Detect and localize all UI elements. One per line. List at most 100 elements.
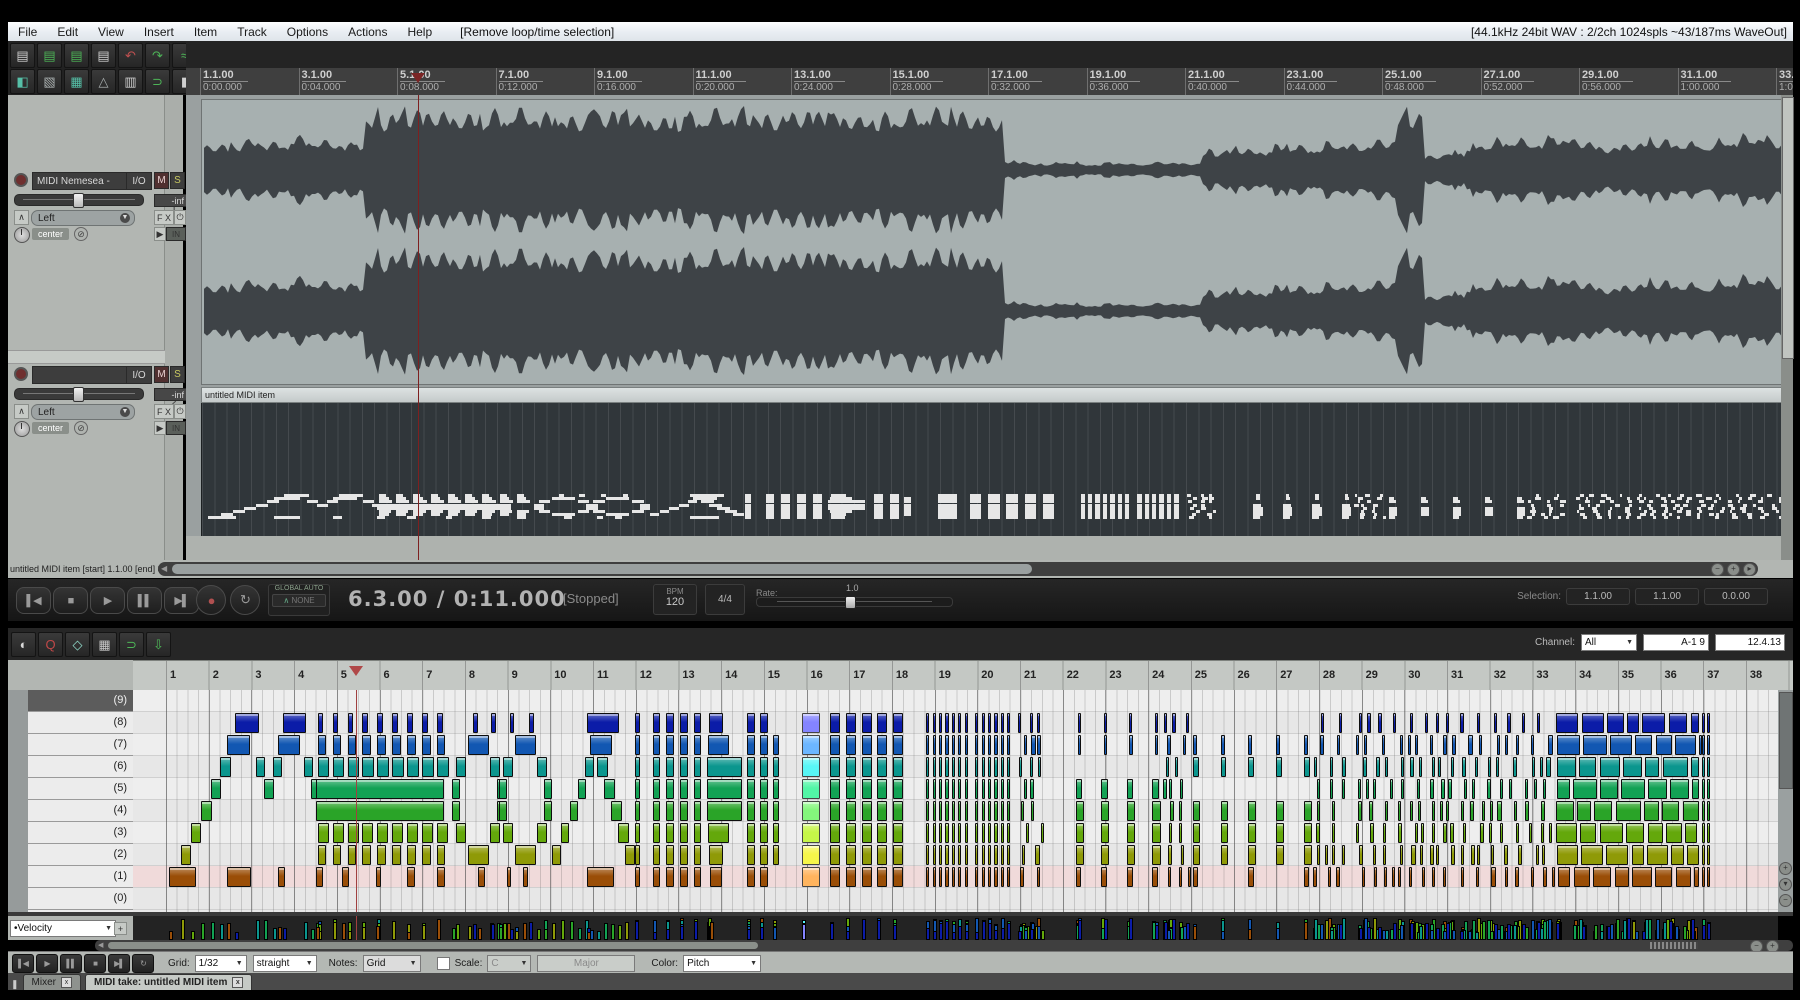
velocity-bar[interactable]: [273, 928, 277, 940]
midi-note[interactable]: [597, 757, 608, 777]
io-button[interactable]: I/O: [126, 366, 152, 384]
input-button[interactable]: IN: [166, 227, 186, 241]
midi-note[interactable]: [893, 713, 903, 733]
midi-note[interactable]: [1169, 779, 1172, 799]
midi-note[interactable]: [708, 823, 728, 843]
midi-keyboard[interactable]: (9)(8)(7)(6)(5)(4)(3)(2)(1)(0): [28, 690, 133, 912]
midi-note[interactable]: [1001, 823, 1004, 843]
midi-note[interactable]: [1031, 801, 1035, 821]
record-arm-button[interactable]: [14, 173, 28, 187]
midi-note[interactable]: [747, 735, 755, 755]
midi-note[interactable]: [1430, 735, 1434, 755]
midi-item[interactable]: untitled MIDI item: [201, 387, 1793, 535]
midi-note[interactable]: [1702, 713, 1705, 733]
midi-note[interactable]: [1152, 845, 1160, 865]
midi-note[interactable]: [1400, 845, 1403, 865]
midi-note[interactable]: [1024, 779, 1027, 799]
midi-note[interactable]: [1393, 713, 1396, 733]
midi-note[interactable]: [1172, 713, 1176, 733]
midi-note[interactable]: [926, 757, 929, 777]
midi-note[interactable]: [1410, 757, 1414, 777]
midi-note[interactable]: [975, 823, 978, 843]
midi-note[interactable]: [965, 823, 968, 843]
midi-note[interactable]: [1316, 823, 1321, 843]
midi-note[interactable]: [1127, 867, 1133, 887]
midi-note[interactable]: [635, 735, 640, 755]
midi-note[interactable]: [437, 757, 449, 777]
midi-note[interactable]: [945, 801, 948, 821]
velocity-bar[interactable]: [570, 921, 574, 940]
midi-note[interactable]: [1477, 845, 1480, 865]
menu-file[interactable]: File: [8, 25, 47, 39]
midi-note[interactable]: [1221, 757, 1227, 777]
midi-note[interactable]: [994, 713, 997, 733]
key-row[interactable]: (6): [28, 756, 133, 778]
velocity-bar[interactable]: [304, 922, 308, 940]
menu-item[interactable]: Item: [184, 25, 227, 39]
midi-pause-button[interactable]: ▌▌: [60, 954, 82, 973]
midi-note[interactable]: [1373, 845, 1376, 865]
midi-note[interactable]: [893, 801, 903, 821]
midi-note[interactable]: [1522, 713, 1525, 733]
velocity-bar[interactable]: [1430, 930, 1434, 940]
midi-note[interactable]: [1035, 845, 1039, 865]
midi-note[interactable]: [1438, 757, 1441, 777]
midi-note[interactable]: [1632, 845, 1644, 865]
velocity-bar[interactable]: [1556, 923, 1560, 940]
midi-note[interactable]: [1479, 735, 1482, 755]
midi-note[interactable]: [773, 779, 779, 799]
midi-note[interactable]: [982, 713, 985, 733]
midi-note[interactable]: [1330, 779, 1333, 799]
velocity-bar[interactable]: [1675, 926, 1679, 940]
arrange-hscrollbar[interactable]: ◀ − + ▸: [158, 562, 1758, 576]
toolbar-button-item-edit-mode[interactable]: ▦: [64, 69, 89, 94]
midi-note[interactable]: [1515, 867, 1519, 887]
audio-item[interactable]: [201, 99, 1793, 385]
midi-note[interactable]: [1476, 867, 1479, 887]
midi-note[interactable]: [1694, 867, 1699, 887]
midi-note[interactable]: [830, 867, 840, 887]
velocity-bar[interactable]: [982, 921, 986, 940]
io-button[interactable]: I/O: [126, 172, 152, 190]
midi-note[interactable]: [802, 757, 820, 777]
velocity-bar[interactable]: [965, 931, 969, 940]
midi-note[interactable]: [1525, 779, 1528, 799]
midi-note[interactable]: [846, 735, 856, 755]
velocity-bar[interactable]: [830, 923, 834, 940]
midi-note[interactable]: [1461, 867, 1464, 887]
midi-note[interactable]: [1707, 757, 1710, 777]
notes-select[interactable]: Grid▼: [363, 955, 421, 972]
midi-note[interactable]: [1432, 867, 1435, 887]
timeline-ruler[interactable]: 1.1.000:00.0003.1.000:04.0005.1.000:08.0…: [186, 68, 1793, 95]
midi-note[interactable]: [544, 779, 552, 799]
midi-note[interactable]: [1001, 713, 1004, 733]
midi-note[interactable]: [1359, 713, 1362, 733]
midi-note[interactable]: [377, 757, 389, 777]
midi-note[interactable]: [1440, 801, 1443, 821]
midi-note[interactable]: [988, 713, 991, 733]
midi-note[interactable]: [893, 867, 903, 887]
midi-note[interactable]: [1332, 845, 1335, 865]
phase-button[interactable]: ⊘: [74, 227, 88, 241]
midi-note[interactable]: [1583, 735, 1607, 755]
midi-note[interactable]: [1415, 823, 1418, 843]
velocity-bar[interactable]: [802, 924, 806, 940]
midi-note[interactable]: [1076, 779, 1083, 799]
midi-note[interactable]: [1392, 867, 1395, 887]
midi-note[interactable]: [1448, 779, 1452, 799]
midi-go-end-button[interactable]: ▶▌: [108, 954, 130, 973]
midi-note[interactable]: [490, 823, 500, 843]
midi-note[interactable]: [760, 823, 768, 843]
midi-note[interactable]: [802, 713, 820, 733]
midi-note[interactable]: [587, 867, 614, 887]
midi-note[interactable]: [994, 757, 997, 777]
velocity-bar[interactable]: [392, 921, 396, 940]
midi-note[interactable]: [958, 823, 961, 843]
midi-note[interactable]: [760, 757, 768, 777]
close-icon[interactable]: x: [232, 977, 243, 988]
midi-note[interactable]: [802, 779, 820, 799]
midi-note[interactable]: [1021, 801, 1024, 821]
menu-options[interactable]: Options: [277, 25, 338, 39]
piano-roll[interactable]: [133, 690, 1778, 912]
velocity-bar[interactable]: [597, 931, 601, 940]
